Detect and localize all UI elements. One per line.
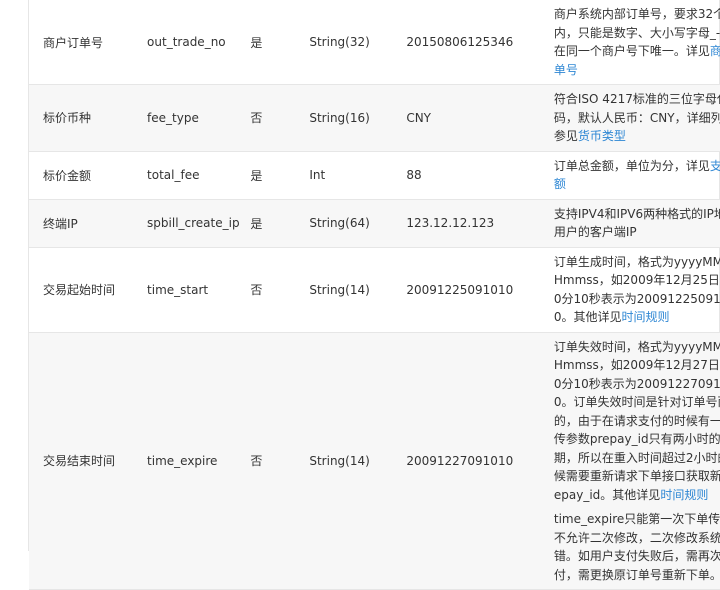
table-row: 标价金额 total_fee 是 Int 88 订单总金额，单位为分，详见支付金…	[29, 150, 720, 200]
param-description: 订单总金额，单位为分，详见支付金额	[553, 150, 720, 200]
param-field: fee_type	[147, 84, 251, 152]
description-link[interactable]: 时间规则	[622, 310, 670, 324]
param-type: String(64)	[309, 198, 407, 248]
table-row: 终端IP spbill_create_ip 是 String(64) 123.1…	[29, 198, 720, 248]
description-text: 支持IPV4和IPV6两种格式的IP地址。用户的客户端IP	[553, 206, 720, 240]
param-field: spbill_create_ip	[147, 198, 251, 248]
table-row: 商户订单号 out_trade_no 是 String(32) 20150806…	[29, 0, 720, 85]
description-link[interactable]: 时间规则	[660, 488, 708, 502]
param-required: 是	[250, 150, 310, 200]
description-text: 订单失效时间，格式为yyyyMMddHHmmss，如2009年12月27日9点1…	[553, 339, 720, 502]
param-example: 123.12.12.123	[406, 198, 554, 248]
table-row: 交易起始时间 time_start 否 String(14) 200912250…	[29, 246, 720, 333]
param-description: 商户系统内部订单号，要求32个字符内，只能是数字、大小写字母_-|* 且在同一个…	[553, 0, 720, 85]
param-description: 订单生成时间，格式为yyyyMMddHHmmss，如2009年12月25日9点1…	[553, 246, 720, 333]
param-example: CNY	[406, 84, 554, 152]
param-example: 20150806125346	[406, 0, 554, 85]
param-required: 是	[250, 198, 310, 248]
param-type: Int	[309, 150, 407, 200]
param-example: 88	[406, 150, 554, 200]
params-table: 商户订单号 out_trade_no 是 String(32) 20150806…	[29, 0, 720, 590]
param-required: 是	[250, 0, 310, 85]
table-row: 标价币种 fee_type 否 String(16) CNY 符合ISO 421…	[29, 84, 720, 152]
param-name: 终端IP	[29, 198, 148, 248]
param-field: total_fee	[147, 150, 251, 200]
description-text: 商户系统内部订单号，要求32个字符内，只能是数字、大小写字母_-|* 且在同一个…	[553, 7, 720, 58]
param-type: String(16)	[309, 84, 407, 152]
param-type: String(14)	[309, 246, 407, 333]
param-required: 否	[250, 84, 310, 152]
param-type: String(32)	[309, 0, 407, 85]
param-description: 符合ISO 4217标准的三位字母代码，默认人民币：CNY，详细列表请参见货币类…	[553, 84, 720, 152]
param-required: 否	[250, 246, 310, 333]
param-field: out_trade_no	[147, 0, 251, 85]
param-description: 支持IPV4和IPV6两种格式的IP地址。用户的客户端IP	[553, 198, 720, 248]
param-name: 商户订单号	[29, 0, 148, 85]
param-name: 标价币种	[29, 84, 148, 152]
param-name: 交易起始时间	[29, 246, 148, 333]
description-text: 订单总金额，单位为分，详见	[553, 158, 710, 173]
description-note: time_expire只能第一次下单传值，不允许二次修改，二次修改系统将报错。如…	[553, 512, 720, 582]
param-name: 标价金额	[29, 150, 148, 200]
param-example: 20091225091010	[406, 246, 554, 333]
description-link[interactable]: 货币类型	[578, 129, 626, 143]
param-field: time_start	[147, 246, 251, 333]
